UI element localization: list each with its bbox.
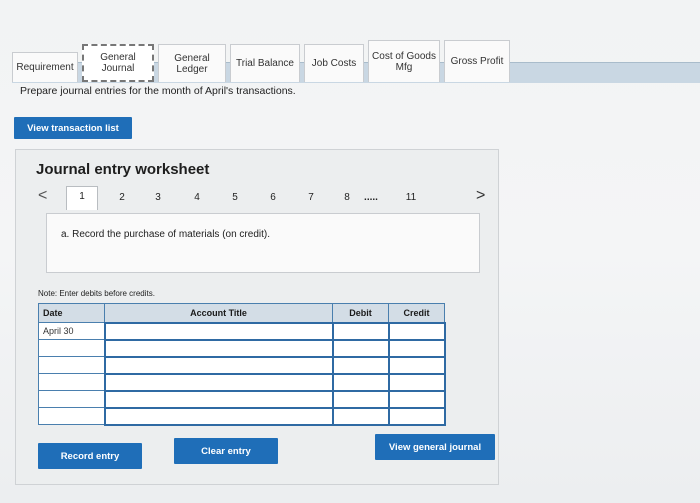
- table-row: [38, 355, 446, 375]
- credit-input[interactable]: [387, 389, 446, 409]
- account-title-input[interactable]: [103, 338, 334, 358]
- question-box: a. Record the purchase of materials (on …: [46, 213, 480, 273]
- page-11[interactable]: 11: [402, 188, 420, 208]
- tab-label: Trial Balance: [236, 58, 294, 69]
- account-title-input[interactable]: [103, 321, 334, 341]
- account-title-input[interactable]: [103, 372, 334, 392]
- debit-input[interactable]: [331, 338, 390, 358]
- table-row: [38, 372, 446, 392]
- account-title-input[interactable]: [103, 406, 334, 426]
- tab-label: Requirement: [16, 62, 74, 73]
- debit-input[interactable]: [331, 372, 390, 392]
- tab-trial-balance[interactable]: Trial Balance: [230, 44, 300, 82]
- tab-cost-of-goods-mfg[interactable]: Cost of Goods Mfg: [368, 40, 440, 82]
- table-row: [38, 389, 446, 409]
- worksheet-title: Journal entry worksheet: [36, 161, 210, 178]
- prev-arrow-icon[interactable]: <: [38, 186, 47, 206]
- table-row: [38, 406, 446, 426]
- credit-input[interactable]: [387, 321, 446, 341]
- date-cell[interactable]: [38, 390, 105, 408]
- credit-input[interactable]: [387, 406, 446, 426]
- credit-input[interactable]: [387, 338, 446, 358]
- table-header-row: Date Account Title Debit Credit: [38, 303, 445, 323]
- credit-input[interactable]: [387, 355, 446, 375]
- page-7[interactable]: 7: [302, 188, 320, 208]
- tab-label: General Journal: [100, 52, 136, 74]
- page-3[interactable]: 3: [149, 188, 167, 208]
- date-cell[interactable]: [38, 407, 105, 425]
- account-title-input[interactable]: [103, 355, 334, 375]
- journal-table: Date Account Title Debit Credit April 30: [38, 303, 446, 426]
- page-5[interactable]: 5: [226, 188, 244, 208]
- question-text: a. Record the purchase of materials (on …: [61, 229, 270, 240]
- tab-label: Job Costs: [311, 58, 357, 69]
- table-row: [38, 338, 446, 358]
- note-text: Note: Enter debits before credits.: [38, 289, 155, 298]
- tab-label: Gross Profit: [450, 56, 504, 67]
- date-cell[interactable]: [38, 339, 105, 357]
- credit-input[interactable]: [387, 372, 446, 392]
- tab-label: Cost of Goods Mfg: [372, 50, 436, 73]
- record-entry-button[interactable]: Record entry: [38, 443, 142, 469]
- tab-bar: Requirement General Journal General Ledg…: [12, 38, 514, 82]
- tab-general-ledger[interactable]: General Ledger: [158, 44, 226, 82]
- debit-input[interactable]: [331, 389, 390, 409]
- page-2[interactable]: 2: [113, 188, 131, 208]
- page-ellipsis: .....: [364, 192, 378, 203]
- tab-gross-profit[interactable]: Gross Profit: [444, 40, 510, 82]
- account-title-input[interactable]: [103, 389, 334, 409]
- date-cell[interactable]: April 30: [38, 322, 105, 340]
- page-8[interactable]: 8: [338, 188, 356, 208]
- view-general-journal-button[interactable]: View general journal: [375, 434, 495, 460]
- date-cell[interactable]: [38, 373, 105, 391]
- tab-label: General Ledger: [174, 52, 210, 75]
- next-arrow-icon[interactable]: >: [476, 186, 485, 206]
- page-6[interactable]: 6: [264, 188, 282, 208]
- header-credit: Credit: [388, 303, 445, 323]
- page-1[interactable]: 1: [66, 186, 98, 210]
- header-debit: Debit: [332, 303, 389, 323]
- debit-input[interactable]: [331, 355, 390, 375]
- header-date: Date: [38, 303, 105, 323]
- instruction-text: Prepare journal entries for the month of…: [20, 85, 296, 97]
- entry-pager: < 1 2 3 4 5 6 7 8 ..... 11 >: [38, 186, 488, 210]
- header-account-title: Account Title: [104, 303, 333, 323]
- tab-general-journal[interactable]: General Journal: [82, 44, 154, 82]
- debit-input[interactable]: [331, 406, 390, 426]
- debit-input[interactable]: [331, 321, 390, 341]
- date-cell[interactable]: [38, 356, 105, 374]
- tab-job-costs[interactable]: Job Costs: [304, 44, 364, 82]
- page-4[interactable]: 4: [188, 188, 206, 208]
- tab-requirement[interactable]: Requirement: [12, 52, 78, 82]
- clear-entry-button[interactable]: Clear entry: [174, 438, 278, 464]
- view-transaction-list-button[interactable]: View transaction list: [14, 117, 132, 139]
- table-row: April 30: [38, 321, 446, 341]
